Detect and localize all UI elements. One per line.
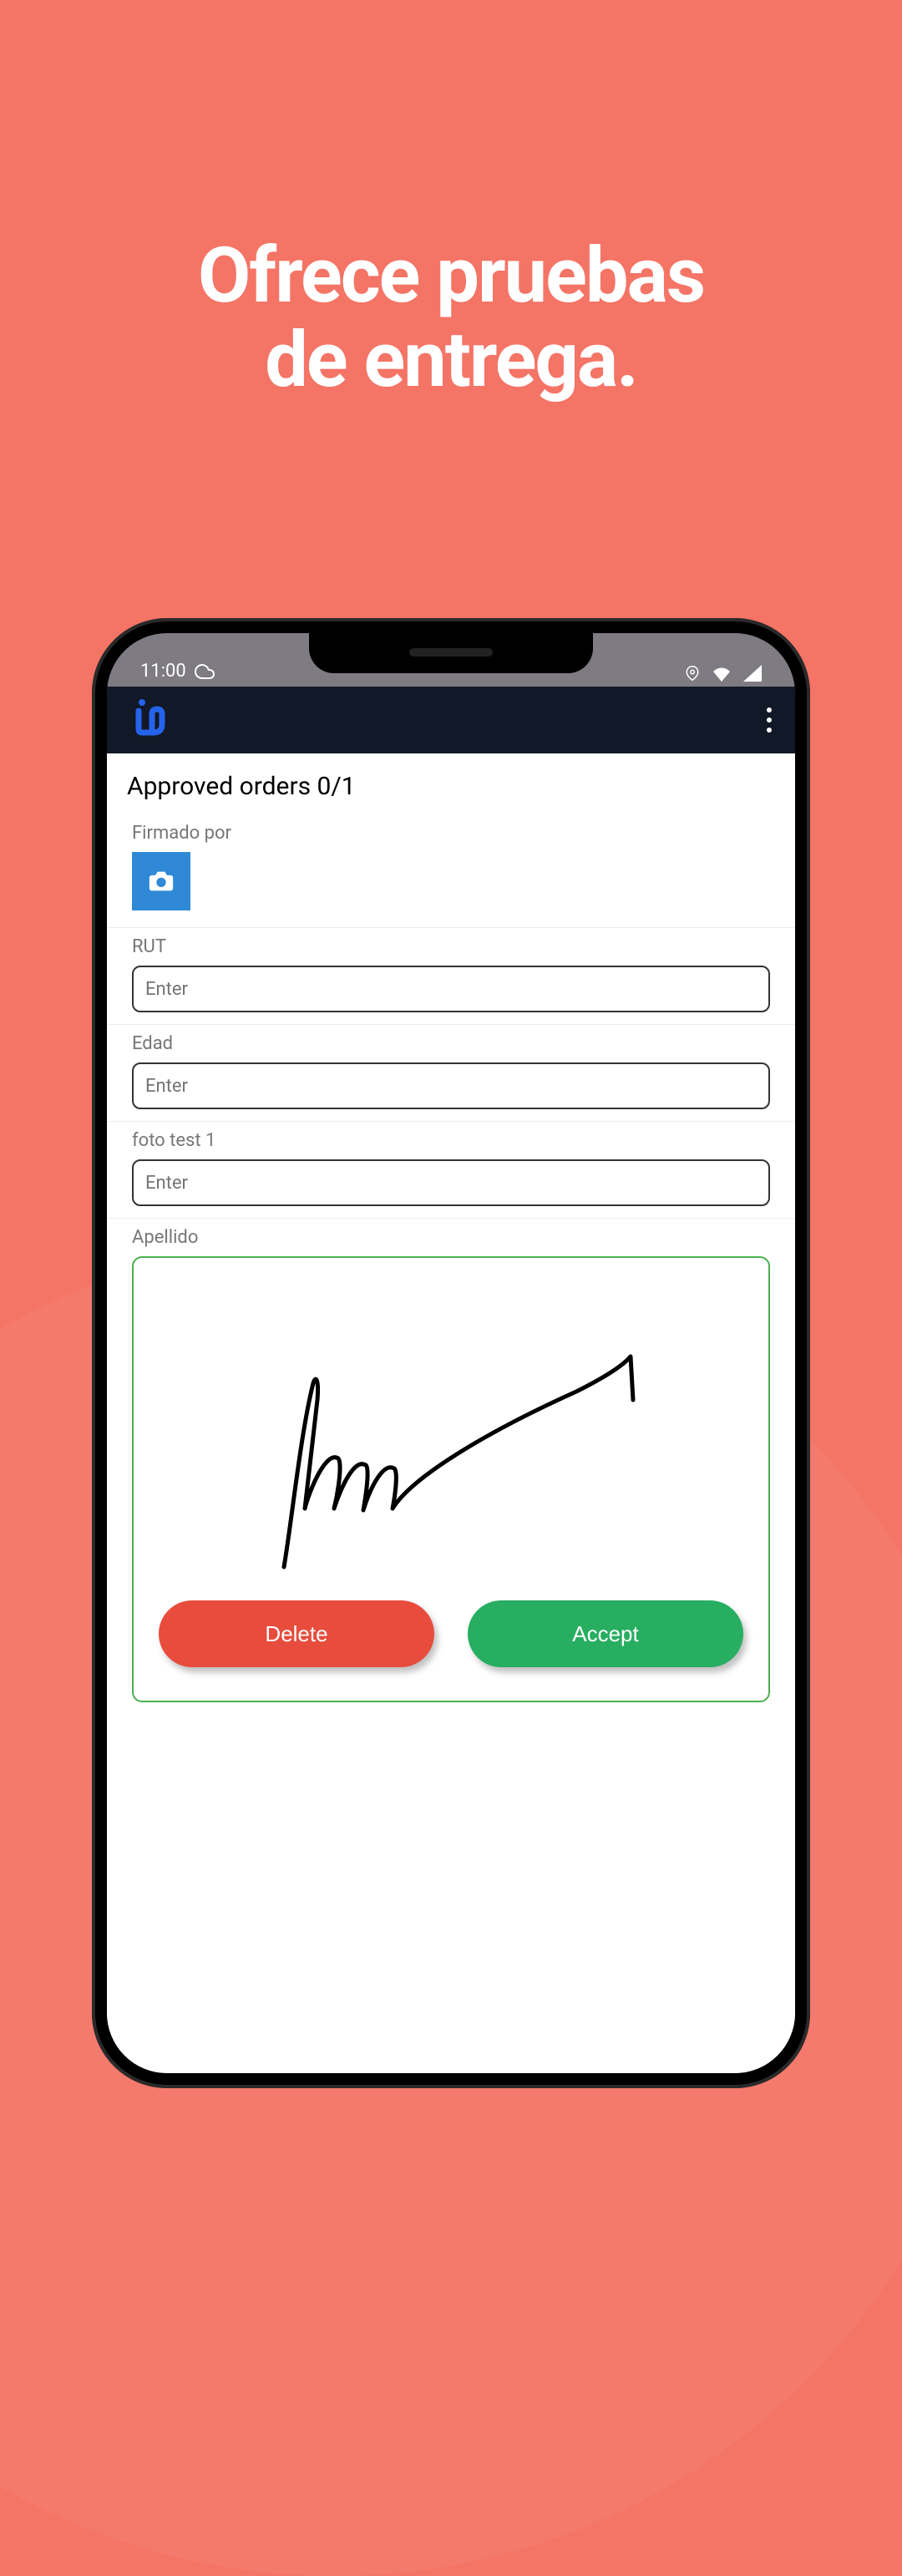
marketing-headline: Ofrece pruebas de entrega. <box>0 234 902 403</box>
phone-frame: 11:00 Approved orders 0/1 <box>92 618 810 2088</box>
rut-input[interactable] <box>132 966 770 1012</box>
apellido-section: Apellido Delete Accept <box>107 1219 795 1702</box>
headline-line-2: de entrega. <box>0 318 902 403</box>
status-time: 11:00 <box>140 661 186 682</box>
location-icon <box>685 666 700 681</box>
edad-input[interactable] <box>132 1062 770 1109</box>
signature-buttons: Delete Accept <box>159 1600 743 1667</box>
wifi-icon <box>712 665 732 682</box>
more-menu-button[interactable] <box>767 707 772 733</box>
phone-screen: 11:00 Approved orders 0/1 <box>107 633 795 2073</box>
foto-test-label: foto test 1 <box>132 1130 770 1151</box>
app-logo <box>130 696 170 745</box>
delete-button[interactable]: Delete <box>159 1600 434 1667</box>
accept-button[interactable]: Accept <box>468 1600 743 1667</box>
edad-section: Edad <box>107 1025 795 1122</box>
status-right <box>685 665 762 682</box>
signature-drawing <box>159 1283 743 1592</box>
headline-line-1: Ofrece pruebas <box>0 234 902 318</box>
signal-icon <box>743 665 762 682</box>
signature-box: Delete Accept <box>132 1256 770 1702</box>
rut-section: RUT <box>107 928 795 1025</box>
page-title: Approved orders 0/1 <box>107 753 795 814</box>
foto-test-section: foto test 1 <box>107 1122 795 1219</box>
content-area: Approved orders 0/1 Firmado por RUT Edad… <box>107 753 795 2073</box>
app-bar <box>107 687 795 753</box>
firmado-por-label: Firmado por <box>132 823 770 844</box>
rut-label: RUT <box>132 936 770 957</box>
phone-notch <box>309 633 593 673</box>
firmado-por-section: Firmado por <box>107 814 795 928</box>
edad-label: Edad <box>132 1033 770 1054</box>
camera-icon <box>147 867 175 895</box>
status-left: 11:00 <box>140 661 215 682</box>
signature-canvas[interactable] <box>159 1283 743 1592</box>
cloud-icon <box>195 662 215 682</box>
foto-test-input[interactable] <box>132 1159 770 1206</box>
apellido-label: Apellido <box>132 1227 770 1248</box>
camera-button[interactable] <box>132 852 190 910</box>
